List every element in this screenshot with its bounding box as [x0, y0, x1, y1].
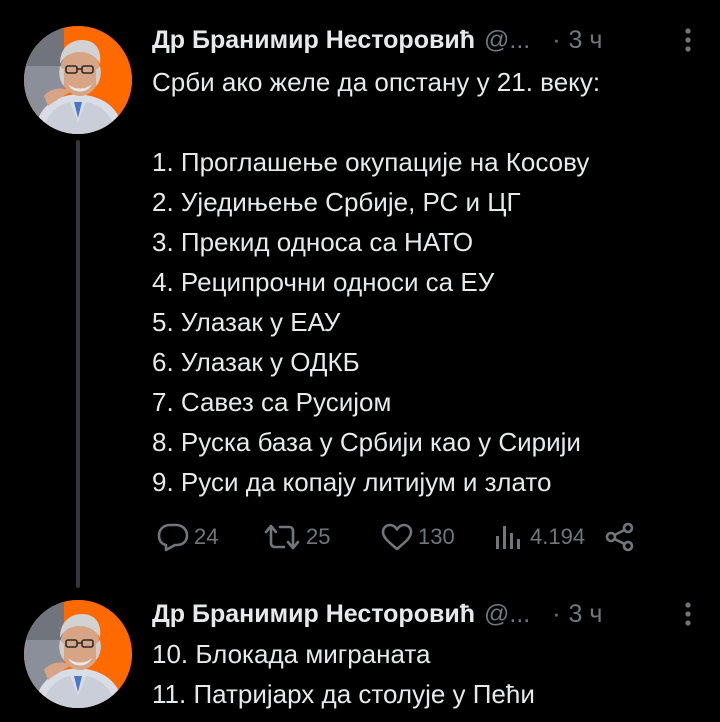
list-item: 7. Савез са Русијом [152, 387, 392, 417]
tweet-actions: 24 25 130 4.194 [152, 514, 638, 560]
more-vertical-icon[interactable] [676, 26, 700, 54]
share-button[interactable] [604, 514, 636, 560]
list-item: 10. Блокада миграната [152, 639, 431, 669]
list-item: 11. Патријарх да столује у Пећи [152, 679, 535, 709]
author-name[interactable]: Др Бранимир Несторовић [152, 26, 475, 55]
tweet-header: Др Бранимир Несторовић @... · 3 ч [152, 596, 702, 632]
avatar[interactable] [24, 600, 132, 708]
retweet-icon [262, 522, 302, 552]
author-handle[interactable]: @... [484, 26, 530, 55]
avatar[interactable] [24, 26, 132, 134]
share-icon [604, 522, 636, 552]
separator-dot: · [552, 599, 561, 628]
tweet[interactable]: Др Бранимир Несторовић @... · 3 ч Срби а… [0, 0, 720, 598]
more-vertical-icon[interactable] [676, 600, 700, 628]
avatar-photo [24, 26, 132, 134]
list-item: 9. Руси да копају литијум и злато [152, 467, 552, 497]
views-count: 4.194 [530, 524, 586, 549]
retweet-count: 25 [306, 524, 331, 549]
tweet[interactable]: Др Бранимир Несторовић @... · 3 ч 10. Бл… [0, 598, 720, 722]
reply-icon [156, 522, 190, 552]
thread-line [76, 140, 80, 588]
list-item: 4. Реципрочни односи са ЕУ [152, 267, 495, 297]
list-item: 2. Уједињење Србије, РС и ЦГ [152, 187, 521, 217]
timestamp[interactable]: 3 ч [569, 600, 603, 629]
views-icon [492, 522, 526, 552]
timestamp[interactable]: 3 ч [569, 26, 603, 55]
separator-dot: · [552, 25, 561, 54]
list-item: 3. Прекид односа са НАТО [152, 227, 474, 257]
list-item: 6. Улазак у ОДКБ [152, 347, 360, 377]
tweet-text: 10. Блокада миграната 11. Патријарх да с… [152, 634, 700, 714]
list-item: 5. Улазак у ЕАУ [152, 307, 341, 337]
author-handle[interactable]: @... [484, 600, 530, 629]
tweet-intro: Срби ако желе да опстану у 21. веку: [152, 67, 601, 97]
avatar-photo [24, 600, 132, 708]
list-item: 8. Руска база у Србији као у Сирији [152, 427, 581, 457]
heart-icon [380, 522, 414, 552]
reply-button[interactable]: 24 [156, 514, 218, 560]
list-item: 1. Проглашење окупације на Косову [152, 147, 590, 177]
views-button[interactable]: 4.194 [492, 514, 585, 560]
author-name[interactable]: Др Бранимир Несторовић [152, 600, 475, 629]
reply-count: 24 [194, 524, 219, 549]
tweet-text: Срби ако желе да опстану у 21. веку: 1. … [152, 62, 700, 502]
like-count: 130 [418, 524, 455, 549]
retweet-button[interactable]: 25 [262, 514, 330, 560]
tweet-header: Др Бранимир Несторовић @... · 3 ч [152, 22, 702, 58]
like-button[interactable]: 130 [380, 514, 455, 560]
